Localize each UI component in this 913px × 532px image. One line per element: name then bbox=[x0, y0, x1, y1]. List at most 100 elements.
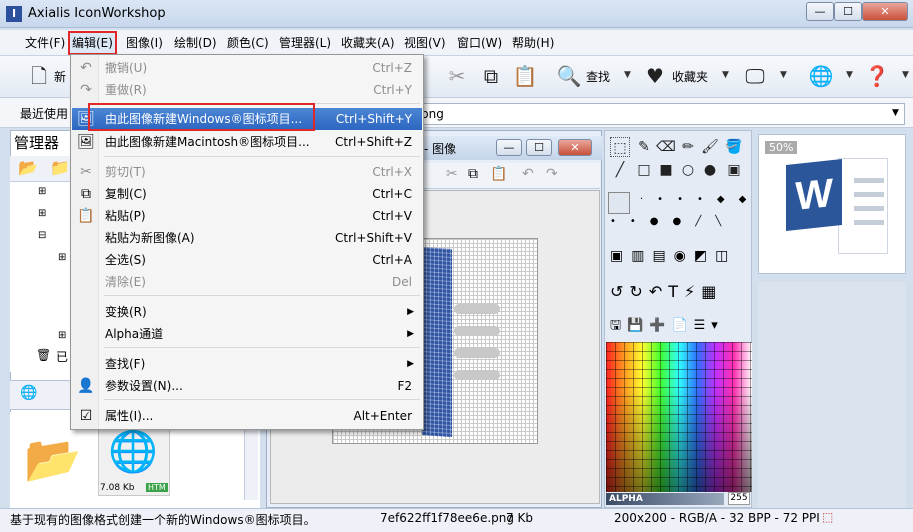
menu-manager[interactable]: 管理器(L) bbox=[277, 30, 333, 56]
menu-item-preferences[interactable]: 👤 参数设置(N)... F2 bbox=[72, 375, 422, 397]
ellipse-icon[interactable]: ○ bbox=[678, 160, 698, 180]
doc-maximize-button[interactable]: ☐ bbox=[526, 139, 552, 156]
doc-undo-icon[interactable]: ↶ bbox=[522, 166, 534, 182]
pencil-icon[interactable]: ✏ bbox=[678, 137, 698, 157]
favorites-button-label[interactable]: 收藏夹 bbox=[672, 68, 708, 85]
globe-dropdown-arrow-icon[interactable]: ▼ bbox=[846, 70, 853, 80]
menu-item-select-all[interactable]: 全选(S) Ctrl+A bbox=[72, 249, 422, 271]
filled-rectangle-icon[interactable]: ■ bbox=[656, 160, 676, 180]
doc-minimize-button[interactable]: — bbox=[496, 139, 522, 156]
color-palette[interactable] bbox=[606, 342, 752, 492]
menu-image[interactable]: 图像(I) bbox=[124, 30, 165, 56]
folder-upload-icon[interactable]: 📂 bbox=[24, 432, 86, 486]
doc-copy-icon[interactable]: ⧉ bbox=[468, 166, 478, 182]
paste-new-label: 粘贴为新图像(A) bbox=[105, 231, 195, 245]
menu-item-paste[interactable]: 📋 粘贴(P) Ctrl+V bbox=[72, 205, 422, 227]
fill-style-icons[interactable]: ▣▥▤◉◩◫ bbox=[610, 248, 736, 264]
line-tool-icon[interactable]: ╱ bbox=[610, 160, 630, 180]
paste-icon[interactable]: 📋 bbox=[512, 62, 538, 90]
doc-cut-icon[interactable]: ✂ bbox=[446, 166, 458, 182]
find-dropdown-arrow-icon[interactable]: ▼ bbox=[624, 70, 631, 80]
menu-help[interactable]: 帮助(H) bbox=[510, 30, 556, 56]
filled-ellipse-icon[interactable]: ● bbox=[700, 160, 720, 180]
alpha-value[interactable]: 255 bbox=[728, 492, 750, 505]
tree-expand-icon[interactable]: ⊞ bbox=[38, 186, 46, 197]
menu-item-alpha-channel[interactable]: Alpha通道 ▶ bbox=[72, 323, 422, 345]
select-tool-icon[interactable]: ⬚ bbox=[610, 137, 630, 157]
folder-up-icon[interactable]: 📂 bbox=[18, 158, 38, 177]
help-icon[interactable]: ❓ bbox=[864, 62, 890, 90]
heart-icon[interactable]: ♥ bbox=[642, 62, 668, 90]
doc-close-button[interactable]: ✕ bbox=[558, 139, 592, 156]
doc-paste-icon[interactable]: 📋 bbox=[490, 166, 507, 182]
tree-expand-icon[interactable]: ⊞ bbox=[58, 252, 66, 263]
web-globe-icon: 🌐 bbox=[108, 429, 158, 475]
brush-sizes-2[interactable]: ••●●╱╲ bbox=[610, 216, 735, 227]
menu-window[interactable]: 窗口(W) bbox=[455, 30, 504, 56]
cut-shortcut: Ctrl+X bbox=[372, 165, 412, 179]
cut-icon[interactable]: ✂ bbox=[444, 62, 470, 90]
fill-icon[interactable]: 🪣 bbox=[724, 137, 744, 157]
menu-item-transform[interactable]: 变换(R) ▶ bbox=[72, 301, 422, 323]
document-title: - 图像 bbox=[424, 142, 457, 156]
new-file-icon[interactable]: 🗋 bbox=[26, 62, 52, 90]
menu-item-copy[interactable]: ⧉ 复制(C) Ctrl+C bbox=[72, 183, 422, 205]
minimize-button[interactable]: — bbox=[806, 2, 834, 21]
recent-dropdown-arrow-icon[interactable]: ▼ bbox=[892, 108, 899, 118]
menu-item-undo[interactable]: ↶ 撤销(U) Ctrl+Z bbox=[72, 57, 422, 79]
alpha-slider[interactable]: ALPHA bbox=[606, 493, 724, 505]
brush-icon[interactable]: 🖌 bbox=[700, 137, 720, 157]
menu-item-cut[interactable]: ✂ 剪切(T) Ctrl+X bbox=[72, 161, 422, 183]
rectangle-icon[interactable]: □ bbox=[634, 160, 654, 180]
cut-label: 剪切(T) bbox=[105, 165, 146, 179]
menu-item-properties[interactable]: ☑ 属性(I)... Alt+Enter bbox=[72, 405, 422, 427]
select-all-label: 全选(S) bbox=[105, 253, 146, 267]
new-button-label[interactable]: 新 bbox=[54, 68, 66, 85]
maximize-button[interactable]: ☐ bbox=[834, 2, 862, 21]
brush-size-selected[interactable] bbox=[608, 192, 630, 214]
word-line bbox=[854, 220, 884, 225]
menu-favorites[interactable]: 收藏夹(A) bbox=[339, 30, 397, 56]
copy-icon[interactable]: ⧉ bbox=[478, 62, 504, 90]
menu-edit[interactable]: 编辑(E) bbox=[68, 31, 117, 55]
monitor-icon[interactable]: 🖵 bbox=[742, 62, 768, 90]
tree-expand-icon[interactable]: ⊞ bbox=[38, 208, 46, 219]
tree-expand-icon[interactable]: ⊞ bbox=[58, 330, 66, 341]
search-icon[interactable]: 🔍 bbox=[556, 62, 582, 90]
eraser-icon[interactable]: ⌫ bbox=[656, 137, 676, 157]
menu-item-find[interactable]: 查找(F) ▶ bbox=[72, 353, 422, 375]
properties-checkbox-icon: ☑ bbox=[79, 408, 93, 424]
menu-color[interactable]: 颜色(C) bbox=[225, 30, 271, 56]
menu-item-new-macintosh-icon-project[interactable]: 🖼 由此图像新建Macintosh®图标项目... Ctrl+Shift+Z bbox=[72, 131, 422, 153]
monitor-dropdown-arrow-icon[interactable]: ▼ bbox=[780, 70, 787, 80]
palette-tool-icons[interactable]: 🖫💾➕📄☰▾ bbox=[610, 316, 724, 338]
favorites-dropdown-arrow-icon[interactable]: ▼ bbox=[722, 70, 729, 80]
brush-sizes[interactable]: ·•••◆◆ bbox=[640, 194, 760, 205]
menu-item-redo[interactable]: ↷ 重做(R) Ctrl+Y bbox=[72, 79, 422, 101]
user-icon: 👤 bbox=[77, 378, 95, 394]
menu-item-clear[interactable]: 清除(E) Del bbox=[72, 271, 422, 293]
doc-redo-icon[interactable]: ↷ bbox=[546, 166, 558, 182]
word-line bbox=[854, 192, 884, 197]
menu-item-paste-as-new-image[interactable]: 粘贴为新图像(A) Ctrl+Shift+V bbox=[72, 227, 422, 249]
recycle-bin-icon[interactable]: 🗑 bbox=[36, 348, 51, 362]
menu-view[interactable]: 视图(V) bbox=[402, 30, 448, 56]
menu-file[interactable]: 文件(F) bbox=[23, 30, 67, 56]
resize-grip-icon[interactable]: ⬚ bbox=[822, 510, 833, 524]
find-button-label[interactable]: 查找 bbox=[586, 68, 610, 85]
thumbnail-scrollbar[interactable] bbox=[244, 430, 258, 500]
eyedropper-icon[interactable]: ✎ bbox=[634, 137, 654, 157]
folder-icon[interactable]: 📁 bbox=[50, 158, 70, 177]
globe-download-icon[interactable]: 🌐 bbox=[20, 385, 37, 401]
tree-collapse-icon[interactable]: ⊟ bbox=[38, 230, 46, 241]
redo-label: 重做(R) bbox=[105, 83, 147, 97]
shadow-rect-icon[interactable]: ▣ bbox=[724, 160, 744, 180]
recent-label: 最近使用 bbox=[20, 107, 69, 121]
close-button[interactable]: ✕ bbox=[862, 2, 908, 21]
recent-combo[interactable]: png bbox=[410, 103, 905, 125]
globe-icon[interactable]: 🌐 bbox=[808, 62, 834, 90]
transform-tool-icons[interactable]: ↺↻↶T⚡▦ bbox=[610, 282, 722, 301]
tree-item-label[interactable]: 已 bbox=[56, 348, 68, 365]
help-dropdown-arrow-icon[interactable]: ▼ bbox=[902, 70, 909, 80]
menu-draw[interactable]: 绘制(D) bbox=[172, 30, 219, 56]
